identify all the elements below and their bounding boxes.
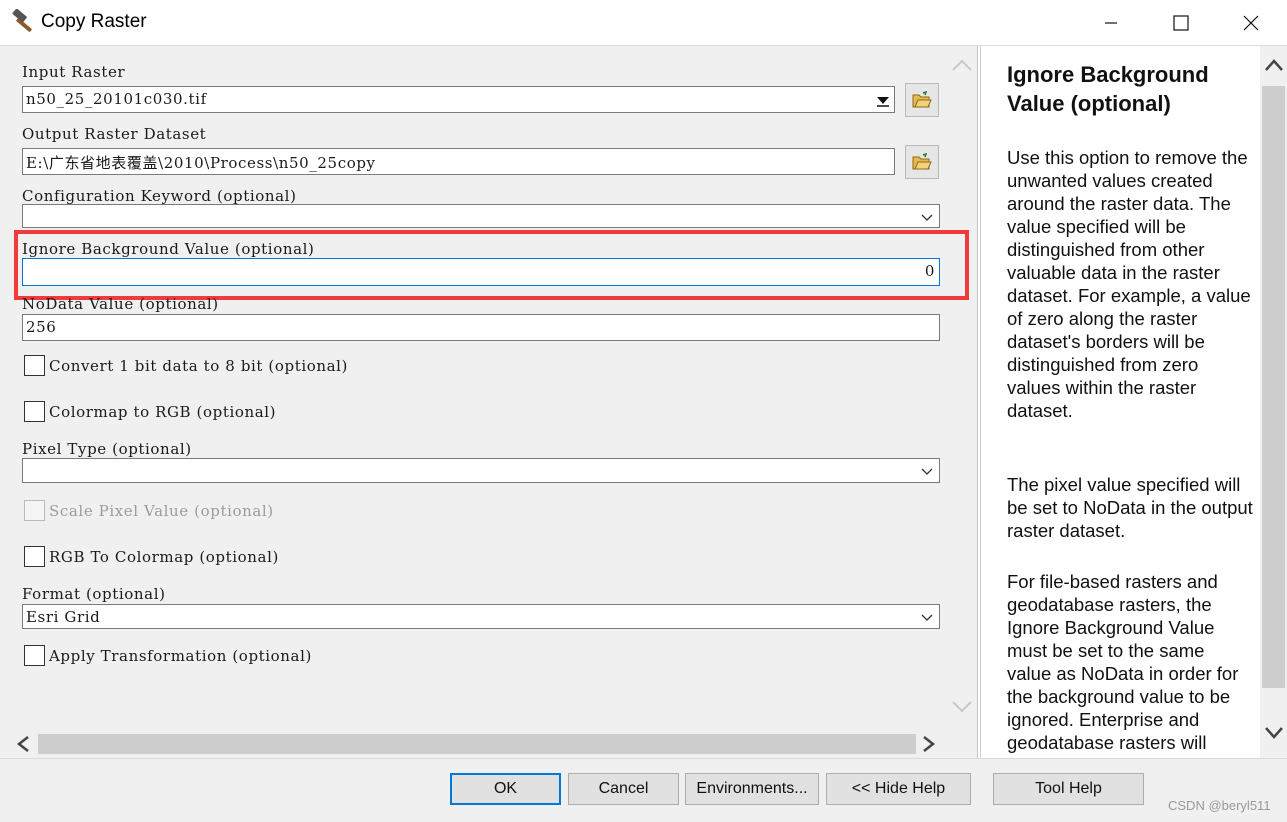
format-label: Format (optional) [22,585,166,603]
input-raster-browse-button[interactable] [905,83,939,117]
minimize-icon [1105,22,1117,24]
help-scroll-thumb[interactable] [1262,86,1285,688]
scroll-left-icon[interactable] [14,735,32,753]
parameters-panel: Input Raster n50_25_20101c030.tif Output… [0,46,978,758]
watermark: CSDN @beryl511 [1168,798,1271,813]
horizontal-scrollbar[interactable] [12,734,944,754]
environments-button[interactable]: Environments... [685,773,819,805]
close-icon [1243,15,1259,31]
output-raster-value: E:\广东省地表覆盖\2010\Process\n50_25copy [26,154,376,172]
chevron-down-icon [921,614,933,621]
output-raster-label: Output Raster Dataset [22,125,207,143]
maximize-button[interactable] [1146,0,1216,46]
nodata-value: 256 [26,318,57,336]
window-title: Copy Raster [41,11,147,32]
scroll-right-icon[interactable] [920,735,938,753]
open-folder-icon [912,153,932,170]
close-button[interactable] [1216,0,1286,46]
format-select[interactable]: Esri Grid [22,604,940,629]
colormap-to-rgb-label: Colormap to RGB (optional) [49,403,277,421]
help-title: Ignore Background Value (optional) [1007,62,1209,116]
ok-button[interactable]: OK [450,773,561,805]
help-panel: Ignore Background Value (optional) Use t… [980,46,1260,758]
output-raster-field[interactable]: E:\广东省地表覆盖\2010\Process\n50_25copy [22,148,895,175]
help-paragraph: Use this option to remove the unwanted v… [1007,147,1251,421]
format-value: Esri Grid [26,608,101,626]
scroll-down-icon[interactable] [1264,726,1284,740]
scroll-up-icon[interactable] [1264,58,1284,72]
config-keyword-select[interactable] [22,204,940,228]
highlight-box [14,230,969,300]
rgb-to-colormap-label: RGB To Colormap (optional) [49,548,279,566]
pixel-type-select[interactable] [22,458,940,483]
convert-1bit-checkbox[interactable] [24,355,45,376]
button-bar: OK Cancel Environments... << Hide Help T… [0,758,1287,822]
help-paragraph: The pixel value specified will be set to… [1007,474,1253,541]
hide-help-button[interactable]: << Hide Help [826,773,971,805]
output-raster-browse-button[interactable] [905,145,939,179]
rgb-to-colormap-checkbox[interactable] [24,546,45,567]
help-paragraph: For file-based rasters and geodatabase r… [1007,571,1239,753]
colormap-to-rgb-checkbox[interactable] [24,401,45,422]
input-raster-value: n50_25_20101c030.tif [26,90,207,108]
scroll-up-icon[interactable] [951,58,973,72]
input-raster-combobox[interactable]: n50_25_20101c030.tif [22,86,895,113]
horizontal-scroll-thumb[interactable] [38,734,916,754]
chevron-down-icon [921,214,933,221]
nodata-label: NoData Value (optional) [22,295,219,313]
apply-transformation-checkbox[interactable] [24,645,45,666]
hammer-icon [12,9,32,32]
dropdown-arrow-icon[interactable] [875,92,891,108]
input-raster-label: Input Raster [22,63,126,81]
title-bar: Copy Raster [0,0,1287,46]
minimize-button[interactable] [1076,0,1146,46]
apply-transformation-label: Apply Transformation (optional) [49,647,312,665]
help-vertical-scrollbar[interactable] [1260,46,1287,758]
scroll-down-icon[interactable] [951,700,973,714]
cancel-button[interactable]: Cancel [568,773,679,805]
scale-pixel-checkbox [24,500,45,521]
open-folder-icon [912,91,932,108]
maximize-icon [1173,15,1189,31]
convert-1bit-label: Convert 1 bit data to 8 bit (optional) [49,357,349,375]
chevron-down-icon [921,468,933,475]
nodata-input[interactable]: 256 [22,314,940,341]
scale-pixel-label: Scale Pixel Value (optional) [49,502,274,520]
pixel-type-label: Pixel Type (optional) [22,440,192,458]
tool-help-button[interactable]: Tool Help [993,773,1144,805]
config-keyword-label: Configuration Keyword (optional) [22,187,297,205]
